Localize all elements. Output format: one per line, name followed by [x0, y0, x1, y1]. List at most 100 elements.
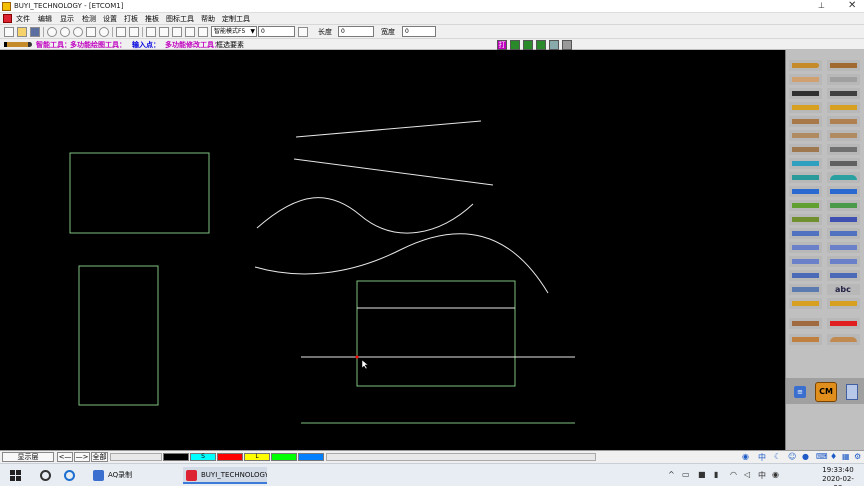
menu-display[interactable]: 显示	[60, 14, 74, 24]
close-icon[interactable]: ✕	[848, 0, 856, 11]
line-slanted[interactable]	[293, 158, 494, 186]
menu-icon-tools[interactable]: 图标工具	[166, 14, 194, 24]
mode-select[interactable]: 智能模式F5 ▼	[211, 26, 257, 37]
tool-pen[interactable]	[827, 60, 860, 71]
snap-print-button[interactable]: 打	[497, 40, 507, 50]
snap-intersect-icon[interactable]	[562, 40, 572, 50]
tool-tag-alt[interactable]	[827, 298, 860, 309]
color-swatch-green[interactable]	[271, 453, 297, 461]
save-icon[interactable]	[30, 27, 40, 37]
browser-icon[interactable]	[64, 470, 75, 481]
prev-button[interactable]: <—	[57, 452, 73, 462]
tool-tape-alt[interactable]	[827, 102, 860, 113]
cm-button[interactable]: CM	[815, 382, 837, 402]
moon-icon[interactable]: ☾	[774, 452, 781, 461]
measure-icon[interactable]	[298, 27, 308, 37]
color-swatch-yellow[interactable]: L	[244, 453, 270, 461]
ime-mode-label[interactable]: 中	[758, 452, 766, 463]
network-icon[interactable]: ▭	[682, 470, 690, 479]
task-app-buyi[interactable]: BUYI_TECHNOLOGY...	[183, 467, 267, 484]
grid-icon[interactable]: ▦	[842, 452, 850, 461]
tool-cut-alt[interactable]	[827, 144, 860, 155]
shirt-icon[interactable]: ♦	[830, 452, 837, 461]
tool-pleat[interactable]	[789, 130, 822, 141]
tool-collar-alt[interactable]	[827, 242, 860, 253]
tool-ruler[interactable]	[789, 74, 822, 85]
menu-check[interactable]: 检测	[82, 14, 96, 24]
ime-tray-label[interactable]: 中	[758, 470, 766, 481]
tray-app-icon[interactable]: ■	[698, 470, 706, 479]
width-input[interactable]: 0	[402, 26, 436, 37]
tool-hem[interactable]	[789, 172, 822, 183]
intersection-point[interactable]	[355, 355, 359, 359]
drawing-canvas[interactable]	[0, 50, 785, 450]
snap-cross-icon[interactable]	[549, 40, 559, 50]
tool-piece-alt[interactable]	[827, 228, 860, 239]
display-layer-button[interactable]: 显示层	[2, 452, 54, 462]
tool-collar[interactable]	[789, 242, 822, 253]
tool-compass[interactable]	[827, 88, 860, 99]
delete-point-icon[interactable]	[198, 27, 208, 37]
mic-icon[interactable]: ●	[802, 452, 809, 461]
menu-help[interactable]: 帮助	[201, 14, 215, 24]
wifi-icon[interactable]: ◠	[730, 470, 737, 479]
volume-icon[interactable]: ◁	[744, 470, 750, 479]
tool-seam[interactable]	[789, 186, 822, 197]
keyboard-icon[interactable]: ⌨	[816, 452, 828, 461]
tool-sleeve-alt[interactable]	[827, 256, 860, 267]
drawing-svg[interactable]	[0, 50, 785, 450]
emoji-icon[interactable]: ☺	[788, 452, 796, 461]
all-button[interactable]: 全部	[91, 452, 108, 462]
tool-pleat-alt[interactable]	[827, 130, 860, 141]
open-folder-icon[interactable]	[17, 27, 27, 37]
tool-ruler-scale[interactable]	[827, 158, 860, 169]
tool-tape[interactable]	[789, 102, 822, 113]
document-icon[interactable]	[3, 14, 12, 23]
tool-drill[interactable]	[789, 284, 822, 295]
rectangle-center[interactable]	[356, 280, 516, 387]
select-arrow-icon[interactable]	[146, 27, 156, 37]
tool-measure-alt[interactable]	[827, 334, 860, 345]
tool-shirt[interactable]	[789, 318, 822, 329]
windows-start-icon[interactable]	[10, 470, 21, 481]
curve-wave-upper[interactable]	[256, 197, 474, 234]
new-file-icon[interactable]	[4, 27, 14, 37]
move-point-icon[interactable]	[185, 27, 195, 37]
tray-chevron-icon[interactable]: ^	[668, 470, 675, 479]
tool-sleeve[interactable]	[789, 256, 822, 267]
tool-hem-alt[interactable]	[827, 172, 860, 183]
zoom-in-icon[interactable]	[60, 27, 70, 37]
menu-settings[interactable]: 设置	[103, 14, 117, 24]
tray-ime-logo-icon[interactable]: ◉	[772, 470, 779, 479]
tool-mirror[interactable]	[789, 214, 822, 225]
tool-shirt-alt[interactable]	[827, 318, 860, 329]
tool-mirror-alt[interactable]	[827, 214, 860, 225]
gear-icon[interactable]: ⚙	[854, 452, 861, 461]
snap-line-icon[interactable]	[536, 40, 546, 50]
add-point-alt-icon[interactable]	[172, 27, 182, 37]
tool-pin[interactable]	[789, 88, 822, 99]
tool-scissors[interactable]	[789, 158, 822, 169]
redo-icon[interactable]	[129, 27, 139, 37]
add-point-icon[interactable]	[159, 27, 169, 37]
next-button[interactable]: —>	[74, 452, 90, 462]
value-input[interactable]: 0	[258, 26, 295, 37]
notes-icon[interactable]	[846, 384, 858, 400]
tool-notch[interactable]	[789, 200, 822, 211]
menu-custom-tools[interactable]: 定制工具	[222, 14, 250, 24]
tool-dart-alt[interactable]	[827, 116, 860, 127]
length-input[interactable]: 0	[338, 26, 374, 37]
pan-icon[interactable]	[86, 27, 96, 37]
snap-point-icon[interactable]	[523, 40, 533, 50]
zoom-out-icon[interactable]	[73, 27, 83, 37]
line-upper[interactable]	[295, 120, 482, 138]
taskbar-clock[interactable]: 19:33:40 2020-02-23	[818, 466, 858, 486]
menu-grading[interactable]: 推板	[145, 14, 159, 24]
menu-edit[interactable]: 编辑	[38, 14, 52, 24]
tool-cut[interactable]	[789, 144, 822, 155]
tool-seam-alt[interactable]	[827, 186, 860, 197]
zoom-icon[interactable]	[47, 27, 57, 37]
tool-measure[interactable]	[789, 334, 822, 345]
color-swatch-cyan[interactable]: S	[190, 453, 216, 461]
color-swatch-blue[interactable]	[298, 453, 324, 461]
